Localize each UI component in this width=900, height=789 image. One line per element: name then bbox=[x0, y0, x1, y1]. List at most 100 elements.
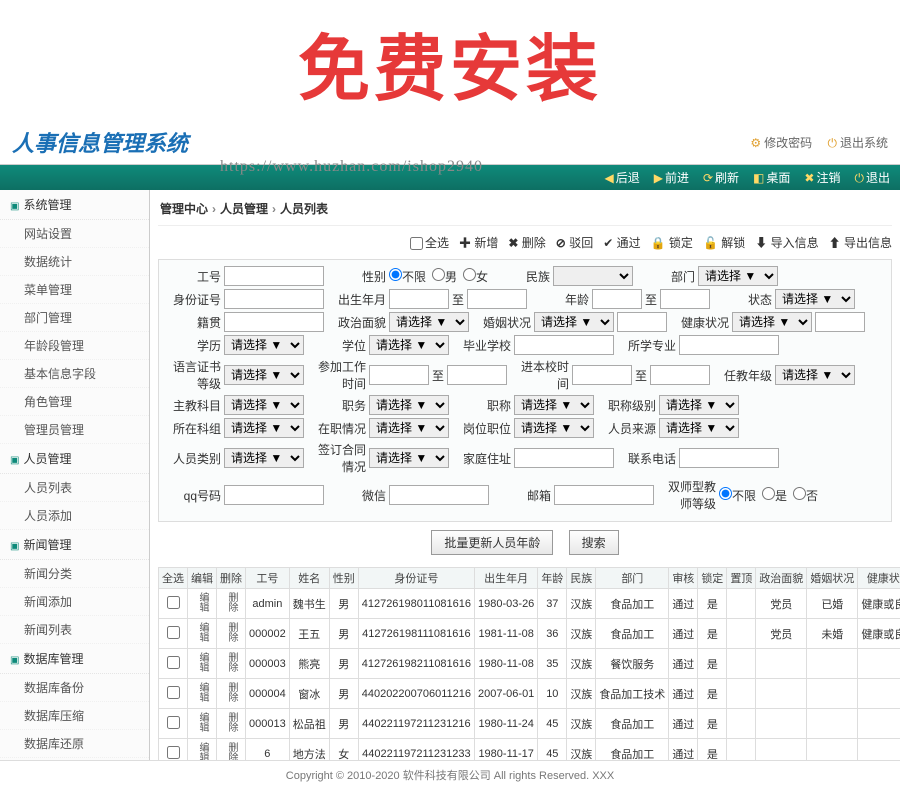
sidebar-item[interactable]: 部门管理 bbox=[0, 304, 149, 332]
change-password-link[interactable]: ⚙修改密码 bbox=[750, 136, 812, 150]
phone-input[interactable] bbox=[679, 448, 779, 468]
delete-link[interactable]: 删除 bbox=[226, 681, 236, 703]
sidebar-item[interactable]: 管理员管理 bbox=[0, 416, 149, 444]
row-check[interactable] bbox=[167, 716, 180, 729]
edit-link[interactable]: 编辑 bbox=[197, 621, 207, 643]
delete-link[interactable]: 删除 bbox=[226, 741, 236, 760]
delete-link[interactable]: 删除 bbox=[226, 711, 236, 733]
origin-select[interactable]: 请选择 ▼ bbox=[659, 418, 739, 438]
email-input[interactable] bbox=[554, 485, 654, 505]
edit-link[interactable]: 编辑 bbox=[197, 711, 207, 733]
sidebar-item[interactable]: 网站设置 bbox=[0, 220, 149, 248]
wechat-input[interactable] bbox=[389, 485, 489, 505]
nav-back[interactable]: ◀后退 bbox=[604, 169, 639, 186]
health-extra[interactable] bbox=[815, 312, 865, 332]
on-job-select[interactable]: 请选择 ▼ bbox=[369, 418, 449, 438]
row-check[interactable] bbox=[167, 626, 180, 639]
row-check[interactable] bbox=[167, 686, 180, 699]
id-no-input[interactable] bbox=[224, 289, 324, 309]
join-from[interactable] bbox=[369, 365, 429, 385]
sidebar-item[interactable]: 基本信息字段 bbox=[0, 360, 149, 388]
row-check[interactable] bbox=[167, 656, 180, 669]
import-button[interactable]: ⬇ 导入信息 bbox=[755, 234, 818, 251]
age-from[interactable] bbox=[592, 289, 642, 309]
sidebar-item[interactable]: 数据统计 bbox=[0, 248, 149, 276]
row-check[interactable] bbox=[167, 596, 180, 609]
sidebar-group[interactable]: 日志管理 bbox=[0, 758, 149, 760]
nav-signout[interactable]: ✖注销 bbox=[804, 169, 840, 186]
sidebar-item[interactable]: 角色管理 bbox=[0, 388, 149, 416]
add-button[interactable]: ✚ 新增 bbox=[459, 234, 498, 251]
nav-forward[interactable]: ▶前进 bbox=[654, 169, 689, 186]
dual-radio[interactable]: 不限是否 bbox=[719, 487, 818, 504]
health-select[interactable]: 请选择 ▼ bbox=[732, 312, 812, 332]
join-to[interactable] bbox=[447, 365, 507, 385]
sidebar-item[interactable]: 新闻列表 bbox=[0, 616, 149, 644]
main-subj-select[interactable]: 请选择 ▼ bbox=[224, 395, 304, 415]
school-input[interactable] bbox=[514, 335, 614, 355]
batch-update-age-button[interactable]: 批量更新人员年龄 bbox=[431, 530, 553, 555]
delete-button[interactable]: ✖ 删除 bbox=[508, 234, 545, 251]
edit-link[interactable]: 编辑 bbox=[197, 591, 207, 613]
group-select[interactable]: 请选择 ▼ bbox=[224, 418, 304, 438]
edu-select[interactable]: 请选择 ▼ bbox=[224, 335, 304, 355]
birth-from[interactable] bbox=[389, 289, 449, 309]
native-input[interactable] bbox=[224, 312, 324, 332]
sidebar-item[interactable]: 新闻分类 bbox=[0, 560, 149, 588]
sidebar-group[interactable]: 人员管理 bbox=[0, 444, 149, 474]
edit-link[interactable]: 编辑 bbox=[197, 651, 207, 673]
edit-link[interactable]: 编辑 bbox=[197, 741, 207, 760]
sidebar-item[interactable]: 数据库还原 bbox=[0, 730, 149, 758]
job-no-input[interactable] bbox=[224, 266, 324, 286]
birth-to[interactable] bbox=[467, 289, 527, 309]
select-all-checkbox[interactable]: 全选 bbox=[410, 234, 449, 251]
sidebar-group[interactable]: 系统管理 bbox=[0, 190, 149, 220]
delete-link[interactable]: 删除 bbox=[226, 651, 236, 673]
export-button[interactable]: ⬆ 导出信息 bbox=[829, 234, 892, 251]
sidebar-item[interactable]: 数据库压缩 bbox=[0, 702, 149, 730]
unlock-button[interactable]: 🔓 解锁 bbox=[703, 234, 745, 251]
pass-button[interactable]: ✔ 通过 bbox=[603, 234, 640, 251]
dept-select[interactable]: 请选择 ▼ bbox=[698, 266, 778, 286]
politics-select[interactable]: 请选择 ▼ bbox=[389, 312, 469, 332]
sidebar-item[interactable]: 人员列表 bbox=[0, 474, 149, 502]
nav-exit[interactable]: ⏻退出 bbox=[854, 169, 890, 186]
sidebar-item[interactable]: 菜单管理 bbox=[0, 276, 149, 304]
nav-desktop[interactable]: ◧桌面 bbox=[753, 169, 790, 186]
contract-select[interactable]: 请选择 ▼ bbox=[369, 448, 449, 468]
degree-select[interactable]: 请选择 ▼ bbox=[369, 335, 449, 355]
enter-from[interactable] bbox=[572, 365, 632, 385]
lock-button[interactable]: 🔒 锁定 bbox=[651, 234, 693, 251]
status-select[interactable]: 请选择 ▼ bbox=[775, 289, 855, 309]
title-level-select[interactable]: 请选择 ▼ bbox=[659, 395, 739, 415]
reject-button[interactable]: ⊘ 驳回 bbox=[556, 234, 593, 251]
home-addr-input[interactable] bbox=[514, 448, 614, 468]
sidebar-group[interactable]: 新闻管理 bbox=[0, 530, 149, 560]
gender-radio[interactable]: 不限男女 bbox=[389, 268, 488, 285]
nav-refresh[interactable]: ⟳刷新 bbox=[703, 169, 739, 186]
row-check[interactable] bbox=[167, 746, 180, 759]
title2-select[interactable]: 请选择 ▼ bbox=[514, 395, 594, 415]
delete-link[interactable]: 删除 bbox=[226, 621, 236, 643]
teach-grade-select[interactable]: 请选择 ▼ bbox=[775, 365, 855, 385]
nation-select[interactable] bbox=[553, 266, 633, 286]
enter-to[interactable] bbox=[650, 365, 710, 385]
age-to[interactable] bbox=[660, 289, 710, 309]
marriage-select[interactable]: 请选择 ▼ bbox=[534, 312, 614, 332]
qq-input[interactable] bbox=[224, 485, 324, 505]
edit-link[interactable]: 编辑 bbox=[197, 681, 207, 703]
title-select[interactable]: 请选择 ▼ bbox=[369, 395, 449, 415]
sidebar-item[interactable]: 新闻添加 bbox=[0, 588, 149, 616]
ptype-select[interactable]: 请选择 ▼ bbox=[224, 448, 304, 468]
sidebar-item[interactable]: 数据库备份 bbox=[0, 674, 149, 702]
post-select[interactable]: 请选择 ▼ bbox=[514, 418, 594, 438]
major-input[interactable] bbox=[679, 335, 779, 355]
sidebar-group[interactable]: 数据库管理 bbox=[0, 644, 149, 674]
marriage-extra[interactable] bbox=[617, 312, 667, 332]
lang-cert-select[interactable]: 请选择 ▼ bbox=[224, 365, 304, 385]
search-button[interactable]: 搜索 bbox=[569, 530, 619, 555]
sidebar-item[interactable]: 年龄段管理 bbox=[0, 332, 149, 360]
exit-system-link[interactable]: ⏻退出系统 bbox=[827, 136, 888, 150]
delete-link[interactable]: 删除 bbox=[226, 591, 236, 613]
sidebar-item[interactable]: 人员添加 bbox=[0, 502, 149, 530]
